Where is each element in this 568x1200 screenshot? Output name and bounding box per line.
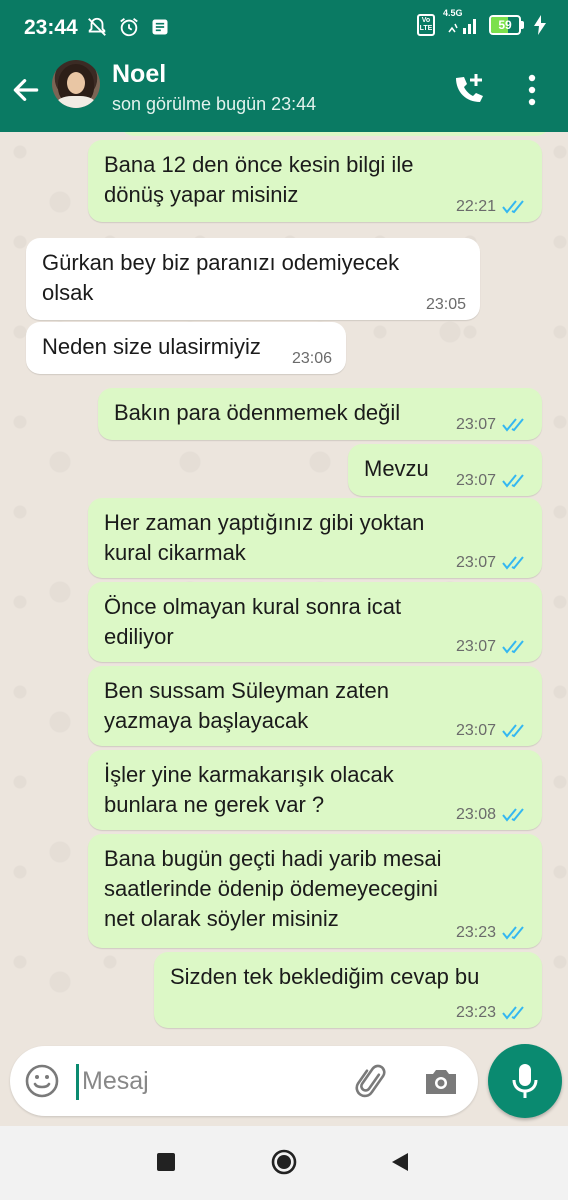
chat-header: Noel son görülme bugün 23:44 xyxy=(0,56,568,132)
double-check-icon xyxy=(502,556,524,570)
mic-icon xyxy=(512,1064,538,1098)
double-check-icon xyxy=(502,808,524,822)
message-list[interactable]: Bana 12 den önce kesin bilgi ile dönüş y… xyxy=(0,132,568,1040)
more-vert-icon[interactable] xyxy=(520,70,544,110)
message-bubble[interactable]: Gürkan bey biz paranızı odemiyecek olsak… xyxy=(26,238,480,320)
status-right-icons: Vo LTE 4.5G 59 xyxy=(417,8,546,36)
home-button[interactable] xyxy=(270,1148,298,1176)
status-bar: 23:44 Vo LTE 4.5G 59 xyxy=(0,0,568,56)
battery-icon: 59 xyxy=(489,15,524,35)
battery-level: 59 xyxy=(498,18,512,32)
message-text: İşler yine karmakarışık olacak xyxy=(104,762,394,787)
signal-icon: 4.5G xyxy=(443,8,479,36)
message-time: 23:07 xyxy=(455,554,496,571)
system-nav-bar xyxy=(0,1126,568,1200)
message-meta: 23:07 xyxy=(456,638,528,656)
mic-button[interactable] xyxy=(488,1044,562,1118)
message-time: 23:23 xyxy=(455,924,496,941)
contact-name[interactable]: Noel xyxy=(112,60,166,89)
message-meta: 23:07 xyxy=(456,554,528,572)
message-time: 22:21 xyxy=(455,198,496,215)
recents-button[interactable] xyxy=(157,1153,175,1171)
camera-icon[interactable] xyxy=(422,1064,460,1100)
message-bubble[interactable]: Ben sussam Süleyman zaten yazmaya başlay… xyxy=(88,666,542,746)
message-bubble[interactable]: Bakın para ödenmemek değil 23:07 xyxy=(98,388,542,440)
attach-icon[interactable] xyxy=(354,1064,390,1100)
message-text: Neden size ulasirmiyiz xyxy=(42,334,261,359)
message-time: 23:05 xyxy=(425,296,466,313)
message-bubble[interactable]: Mevzu 23:07 xyxy=(348,444,542,496)
double-check-icon xyxy=(502,200,524,214)
previous-message-fragment xyxy=(120,132,550,136)
message-text: Ben sussam Süleyman zaten xyxy=(104,678,389,703)
last-seen-status[interactable]: son görülme bugün 23:44 xyxy=(112,94,316,115)
message-meta: 23:07 xyxy=(456,722,528,740)
back-arrow-icon[interactable] xyxy=(10,74,42,106)
double-check-icon xyxy=(502,926,524,940)
message-bubble[interactable]: İşler yine karmakarışık olacak bunlara n… xyxy=(88,750,542,830)
message-time: 23:06 xyxy=(291,350,332,367)
message-meta: 22:21 xyxy=(456,198,528,216)
message-meta: 23:05 xyxy=(426,296,466,314)
message-time: 23:23 xyxy=(455,1004,496,1021)
double-check-icon xyxy=(502,474,524,488)
avatar[interactable] xyxy=(52,60,100,108)
message-time: 23:07 xyxy=(455,722,496,739)
message-bubble[interactable]: Önce olmayan kural sonra icat ediliyor 2… xyxy=(88,582,542,662)
message-meta: 23:06 xyxy=(292,350,332,368)
message-bubble[interactable]: Sizden tek beklediğim cevap bu 23:23 xyxy=(154,952,542,1028)
message-time: 23:07 xyxy=(455,472,496,489)
double-check-icon xyxy=(502,418,524,432)
message-notification-icon xyxy=(152,19,168,35)
message-bubble[interactable]: Bana 12 den önce kesin bilgi ile dönüş y… xyxy=(88,140,542,222)
message-text: Bana 12 den önce kesin bilgi ile xyxy=(104,152,414,177)
bell-off-icon xyxy=(88,17,106,36)
status-left-icons xyxy=(86,16,170,38)
message-text: saatlerinde ödenip ödemeyecegini xyxy=(104,876,438,901)
charging-icon xyxy=(534,15,546,35)
message-text: olsak xyxy=(42,280,94,305)
message-bubble[interactable]: Bana bugün geçti hadi yarib mesai saatle… xyxy=(88,834,542,948)
double-check-icon xyxy=(502,1006,524,1020)
message-composer xyxy=(10,1046,478,1116)
message-text: Sizden tek beklediğim cevap bu xyxy=(170,964,480,989)
double-check-icon xyxy=(502,724,524,738)
message-meta: 23:23 xyxy=(456,924,528,942)
message-meta: 23:07 xyxy=(456,472,528,490)
message-input[interactable] xyxy=(82,1060,332,1102)
emoji-icon[interactable] xyxy=(24,1063,60,1099)
status-time: 23:44 xyxy=(24,16,78,39)
message-time: 23:07 xyxy=(455,416,496,433)
alarm-icon xyxy=(120,18,138,37)
message-time: 23:07 xyxy=(455,638,496,655)
message-text: Önce olmayan kural sonra icat xyxy=(104,594,402,619)
volte-icon: Vo LTE xyxy=(417,14,435,36)
message-text: Bana bugün geçti hadi yarib mesai xyxy=(104,846,442,871)
message-meta: 23:23 xyxy=(456,1004,528,1022)
message-meta: 23:07 xyxy=(456,416,528,434)
message-time: 23:08 xyxy=(455,806,496,823)
back-button[interactable] xyxy=(388,1150,412,1174)
add-call-icon[interactable] xyxy=(448,70,488,110)
double-check-icon xyxy=(502,640,524,654)
network-type: 4.5G xyxy=(443,8,463,18)
message-text: Her zaman yaptığınız gibi yoktan xyxy=(104,510,425,535)
message-bubble[interactable]: Her zaman yaptığınız gibi yoktan kural c… xyxy=(88,498,542,578)
text-cursor xyxy=(76,1064,79,1100)
message-meta: 23:08 xyxy=(456,806,528,824)
message-text: Gürkan bey biz paranızı odemiyecek xyxy=(42,250,400,275)
message-bubble[interactable]: Neden size ulasirmiyiz 23:06 xyxy=(26,322,346,374)
